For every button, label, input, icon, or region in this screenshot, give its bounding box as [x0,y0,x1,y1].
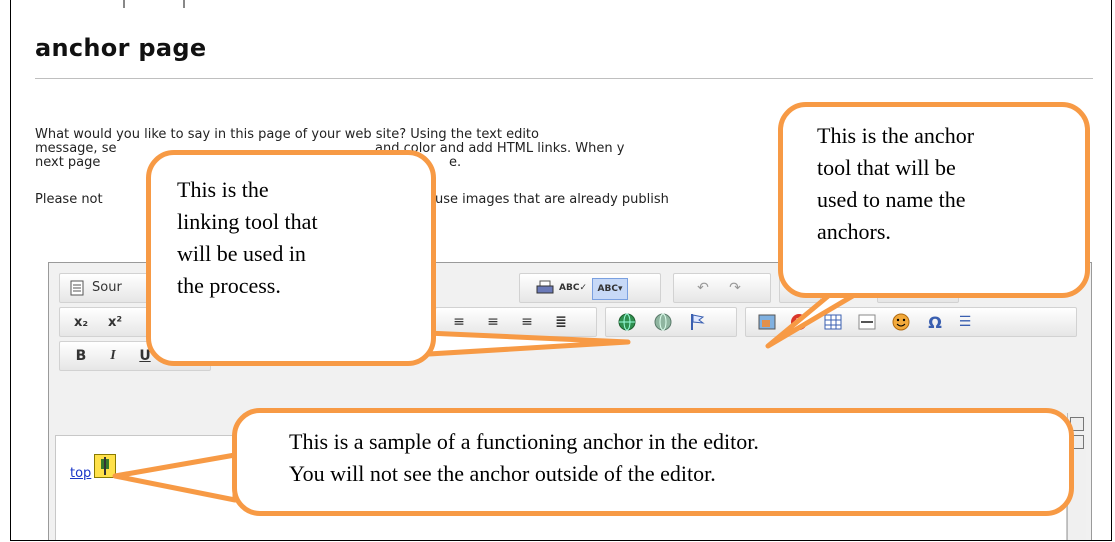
anchor-tool-callout-line-3: used to name the [817,187,966,212]
anchor-tool-callout-line-2: tool that will be [817,155,956,180]
anchor-tool-callout-line-4: anchors. [817,219,891,244]
smiley-icon[interactable] [890,312,912,332]
justify-icon[interactable]: ≣ [550,312,572,332]
linking-tool-callout: This is the linking tool that will be us… [146,150,436,366]
page-title: anchor page [35,34,207,62]
flash-icon[interactable]: f [788,312,810,332]
special-char-icon[interactable]: Ω [924,312,946,332]
sample-anchor-callout-line-2: You will not see the anchor outside of t… [289,461,716,486]
linking-tool-callout-line-4: the process. [177,273,281,298]
spellcheck-dropdown-icon[interactable]: ABC▾ [592,278,628,300]
page-break-icon[interactable]: ☰ [954,312,976,332]
undo-group: ↶ ↷ [673,273,771,303]
table-icon[interactable] [822,312,844,332]
spellcheck-icon[interactable]: ABC✓ [559,278,587,298]
anchor-tool-callout: This is the anchor tool that will be use… [778,102,1090,298]
intro-line-1: What would you like to say in this page … [35,127,539,142]
top-link[interactable]: top [70,466,91,481]
source-icon[interactable] [66,278,88,298]
anchor-marker-icon[interactable] [94,454,116,478]
insert-group: f Ω ☰ [745,307,1077,337]
sample-anchor-callout-line-1: This is a sample of a functioning anchor… [289,429,759,454]
subscript-icon[interactable]: x₂ [70,312,92,332]
link-group [605,307,737,337]
linking-tool-callout-line-2: linking tool that [177,209,318,234]
image-icon[interactable] [756,312,778,332]
unlink-icon[interactable] [652,312,674,332]
print-icon[interactable] [534,278,556,298]
anchor-tool-callout-line-1: This is the anchor [817,123,975,148]
intro-line-4-tail: use images that are already publish [435,192,669,207]
linking-tool-callout-line-3: will be used in [177,241,306,266]
italic-icon[interactable]: I [102,346,124,366]
undo-icon[interactable]: ↶ [692,278,714,298]
superscript-icon[interactable]: x² [104,312,126,332]
align-center-icon[interactable]: ≡ [482,312,504,332]
script-group: x₂ x² [59,307,155,337]
anchor-icon[interactable] [686,312,708,332]
linking-tool-callout-line-1: This is the [177,177,269,202]
sample-anchor-callout: This is a sample of a functioning anchor… [232,408,1074,516]
intro-line-4: Please not [35,192,103,207]
horizontal-rule-icon[interactable] [856,312,878,332]
title-divider [35,78,1093,79]
link-icon[interactable] [616,312,638,332]
align-right-icon[interactable]: ≡ [516,312,538,332]
intro-line-2: message, se [35,141,117,156]
intro-line-3: next page [35,155,101,170]
intro-line-3-tail: e. [449,155,462,170]
bold-icon[interactable]: B [70,346,92,366]
top-divider [11,0,191,8]
align-left-icon[interactable]: ≡ [448,312,470,332]
align-group: ≡ ≡ ≡ ≣ [435,307,597,337]
redo-icon[interactable]: ↷ [724,278,746,298]
source-button-label[interactable]: Sour [92,280,122,295]
print-spell-group: ABC✓ ABC▾ [519,273,661,303]
